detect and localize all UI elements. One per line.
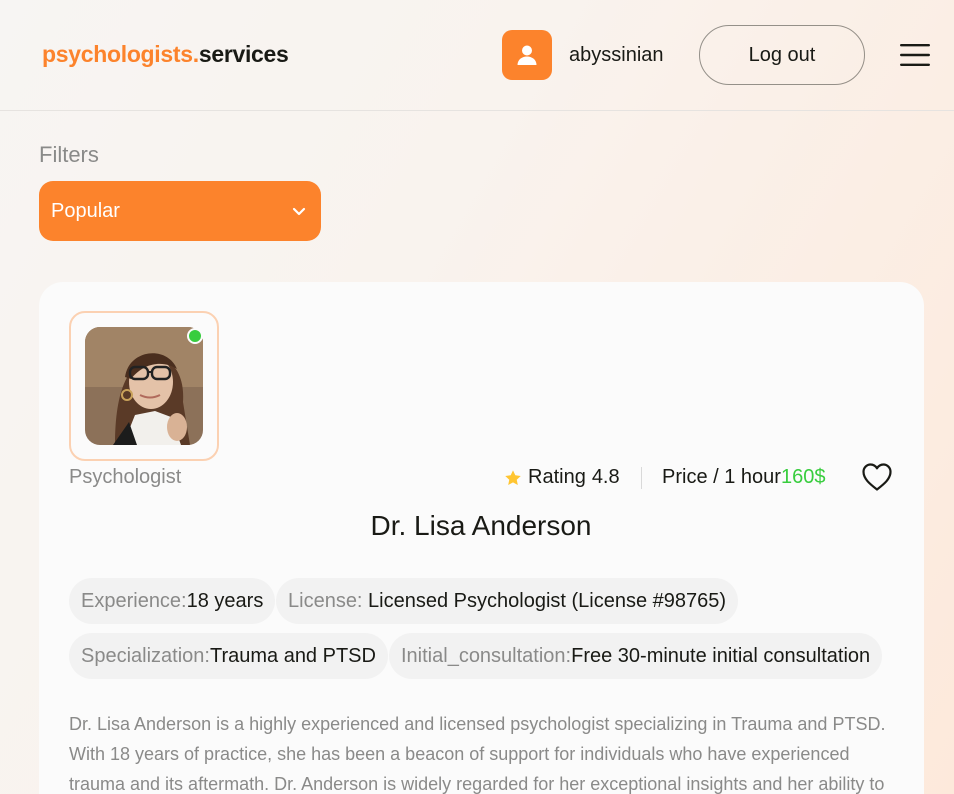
price-value: 160$ xyxy=(780,466,826,488)
psychologist-photo xyxy=(85,327,203,445)
chip-specialization: Specialization: Trauma and PTSD xyxy=(69,633,388,679)
chip-initial-consultation: Initial_consultation: Free 30-minute init… xyxy=(389,633,883,679)
star-icon xyxy=(505,469,521,485)
chip-license: License: Licensed Psychologist (License … xyxy=(276,578,739,624)
site-header: psychologists.services abyssinian Log ou… xyxy=(0,0,954,111)
chip-key: Specialization: xyxy=(81,644,210,667)
logout-button[interactable]: Log out xyxy=(699,25,865,85)
psychologist-description: Dr. Lisa Anderson is a highly experience… xyxy=(69,714,886,794)
heart-icon[interactable] xyxy=(860,460,894,494)
logo-brand: psychologists. xyxy=(42,41,199,67)
rating-value: 4.8 xyxy=(591,466,620,488)
chevron-down-icon xyxy=(292,207,306,216)
user-avatar[interactable] xyxy=(502,30,552,80)
online-status-dot xyxy=(187,328,203,344)
price-label: Price / 1 hour xyxy=(662,466,781,488)
chip-key: Initial_consultation: xyxy=(401,644,572,667)
rating-label: Rating xyxy=(528,466,586,488)
chip-key: License: xyxy=(288,589,363,612)
chip-experience: Experience: 18 years xyxy=(69,578,276,624)
logo-tld: services xyxy=(198,41,289,67)
chip-key: Experience: xyxy=(81,589,187,612)
chip-value: Free 30-minute initial consultation xyxy=(571,644,871,667)
site-logo[interactable]: psychologists.services xyxy=(42,41,289,68)
chip-value: 18 years xyxy=(186,589,264,612)
chip-value: Trauma and PTSD xyxy=(209,644,376,667)
profession-label: Psychologist xyxy=(69,466,182,488)
filters-label: Filters xyxy=(39,142,99,167)
price: Price / 1 hour160$ xyxy=(662,466,825,489)
filter-selected-value: Popular xyxy=(51,199,120,222)
username: abyssinian xyxy=(569,44,664,66)
user-icon xyxy=(517,45,537,65)
psychologist-name: Dr. Lisa Anderson xyxy=(370,510,592,541)
chip-value: Licensed Psychologist (License #98765) xyxy=(362,589,727,612)
menu-icon[interactable] xyxy=(900,43,930,67)
divider xyxy=(641,467,642,489)
filter-select[interactable]: Popular xyxy=(39,181,321,241)
rating: Rating 4.8 xyxy=(504,466,620,489)
